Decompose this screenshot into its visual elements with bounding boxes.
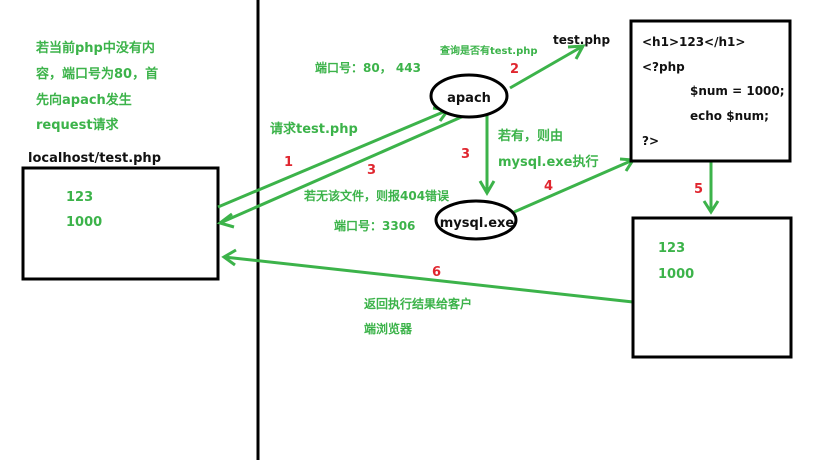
diagram: 若当前php中没有内 容，端口号为80，首 先向apach发生 request请… [0, 0, 819, 460]
arrow-6-return [221, 248, 634, 304]
arrow-5-output [702, 162, 720, 215]
step-6-label-1: 返回执行结果给客户 [364, 296, 472, 311]
client-line-1: 123 [66, 190, 93, 205]
client-line-2: 1000 [66, 215, 102, 230]
client-box [21, 166, 220, 281]
arrow-3-to-mysql [478, 114, 496, 196]
code-line-5: ?> [642, 134, 659, 148]
apache-label: apach [447, 91, 491, 106]
result-line-1: 123 [658, 241, 685, 256]
step-3b-label-1: 若有，则由 [497, 128, 563, 144]
left-note-line-1: 若当前php中没有内 [35, 40, 155, 56]
step-3b-number: 3 [461, 147, 470, 162]
code-line-3: $num = 1000; [690, 84, 785, 98]
step-3b-label-2: mysql.exe执行 [498, 154, 598, 170]
apache-port-label: 端口号：80， 443 [315, 60, 421, 75]
step-3a-number: 3 [367, 163, 376, 178]
client-title: localhost/test.php [28, 151, 161, 166]
diagram-canvas: 若当前php中没有内 容，端口号为80，首 先向apach发生 request请… [21, 0, 793, 460]
code-line-1: <h1>123</h1> [642, 35, 745, 49]
step-1-number: 1 [284, 155, 293, 170]
file-label: test.php [553, 33, 610, 47]
step-3a-label: 若无该文件，则报404错误 [303, 188, 450, 203]
step-4-number: 4 [544, 179, 553, 194]
left-note-line-4: request请求 [36, 117, 120, 133]
result-box [631, 216, 793, 359]
mysql-port-label: 端口号：3306 [334, 218, 415, 233]
left-note-line-2: 容，端口号为80，首 [35, 66, 158, 82]
step-1-label: 请求test.php [270, 121, 358, 137]
file-query-label: 查询是否有test.php [439, 44, 538, 57]
code-line-2: <?php [642, 60, 685, 74]
mysql-label: mysql.exe [440, 216, 515, 231]
code-line-4: echo $num; [690, 109, 769, 123]
step-6-number: 6 [432, 265, 441, 280]
result-line-2: 1000 [658, 267, 694, 282]
step-5-number: 5 [694, 182, 703, 197]
step-6-label-2: 端浏览器 [364, 321, 413, 336]
step-2-number: 2 [510, 62, 519, 77]
left-note-line-3: 先向apach发生 [36, 92, 132, 108]
